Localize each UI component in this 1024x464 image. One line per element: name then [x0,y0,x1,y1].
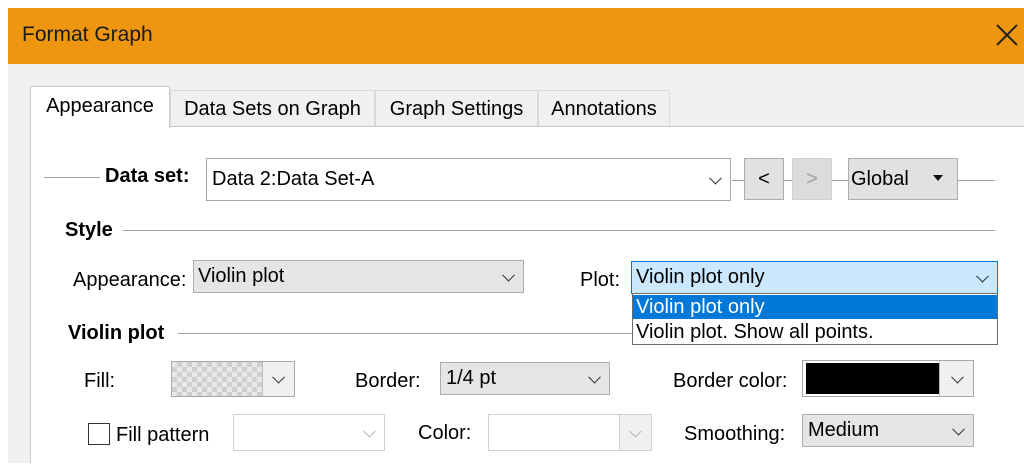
fill-color-picker[interactable] [171,361,295,397]
window-title: Format Graph [22,23,153,46]
fill-pattern-label: Fill pattern [116,424,210,446]
tab-label: Appearance [46,95,154,117]
border-color-picker[interactable] [802,360,974,397]
border-color-dropdown-button[interactable] [939,361,973,396]
divider [832,180,848,181]
dataset-value: Data 2:Data Set-A [212,168,375,190]
divider [123,230,995,231]
border-value: 1/4 pt [446,367,497,389]
chevron-down-icon [951,370,964,384]
plot-option[interactable]: Violin plot only [633,295,997,319]
appearance-select[interactable]: Violin plot [193,260,524,293]
plot-option[interactable]: Violin plot. Show all points. [633,320,997,344]
fill-pattern-select[interactable] [233,414,385,451]
plot-label: Plot: [580,269,621,291]
tab-appearance[interactable]: Appearance [30,86,170,128]
appearance-label: Appearance: [73,269,187,291]
chevron-down-icon [502,268,515,282]
smoothing-label: Smoothing: [684,423,786,445]
style-heading: Style [65,219,113,241]
divider [784,180,792,181]
fill-pattern-checkbox[interactable] [88,423,110,445]
smoothing-select[interactable]: Medium [802,414,974,447]
scope-dropdown[interactable]: Global [848,158,958,200]
border-color-swatch [806,363,940,394]
border-color-label: Border color: [673,370,788,392]
chevron-down-icon [629,424,642,438]
border-label: Border: [355,370,421,392]
pattern-color-picker[interactable] [488,414,652,451]
plot-dropdown-list: Violin plot only Violin plot. Show all p… [632,293,998,345]
caret-down-icon [933,175,943,181]
fill-dropdown-button[interactable] [262,362,294,396]
divider [958,180,995,181]
chevron-down-icon [952,422,965,436]
tab-label: Annotations [551,98,657,120]
chevron-down-icon [272,370,285,384]
title-bar: Format Graph [8,8,1024,64]
plot-value: Violin plot only [636,266,765,288]
violin-heading: Violin plot [68,322,165,344]
prev-dataset-button[interactable]: < [744,158,784,200]
next-dataset-button[interactable]: > [792,158,832,200]
appearance-value: Violin plot [198,265,285,287]
border-select[interactable]: 1/4 pt [440,362,610,395]
tab-label: Graph Settings [389,98,524,120]
chevron-down-icon [709,171,722,185]
tab-annotations[interactable]: Annotations [538,90,670,126]
divider [44,177,100,178]
fill-label: Fill: [84,370,116,392]
smoothing-value: Medium [808,419,880,441]
dataset-label: Data set: [105,165,190,187]
divider [178,333,633,334]
dataset-select[interactable]: Data 2:Data Set-A [206,158,731,201]
chevron-down-icon [363,424,376,438]
tab-data-sets-on-graph[interactable]: Data Sets on Graph [170,90,375,126]
pattern-color-dropdown-button[interactable] [619,415,651,450]
close-icon[interactable] [990,18,1024,52]
tab-label: Data Sets on Graph [184,98,361,120]
plot-select[interactable]: Violin plot only [631,261,998,294]
chevron-down-icon [588,370,601,384]
tab-graph-settings[interactable]: Graph Settings [375,90,538,126]
fill-swatch [172,362,262,396]
divider [732,180,744,181]
chevron-down-icon [976,269,989,283]
color-label: Color: [418,422,472,444]
scope-value: Global [851,168,909,190]
